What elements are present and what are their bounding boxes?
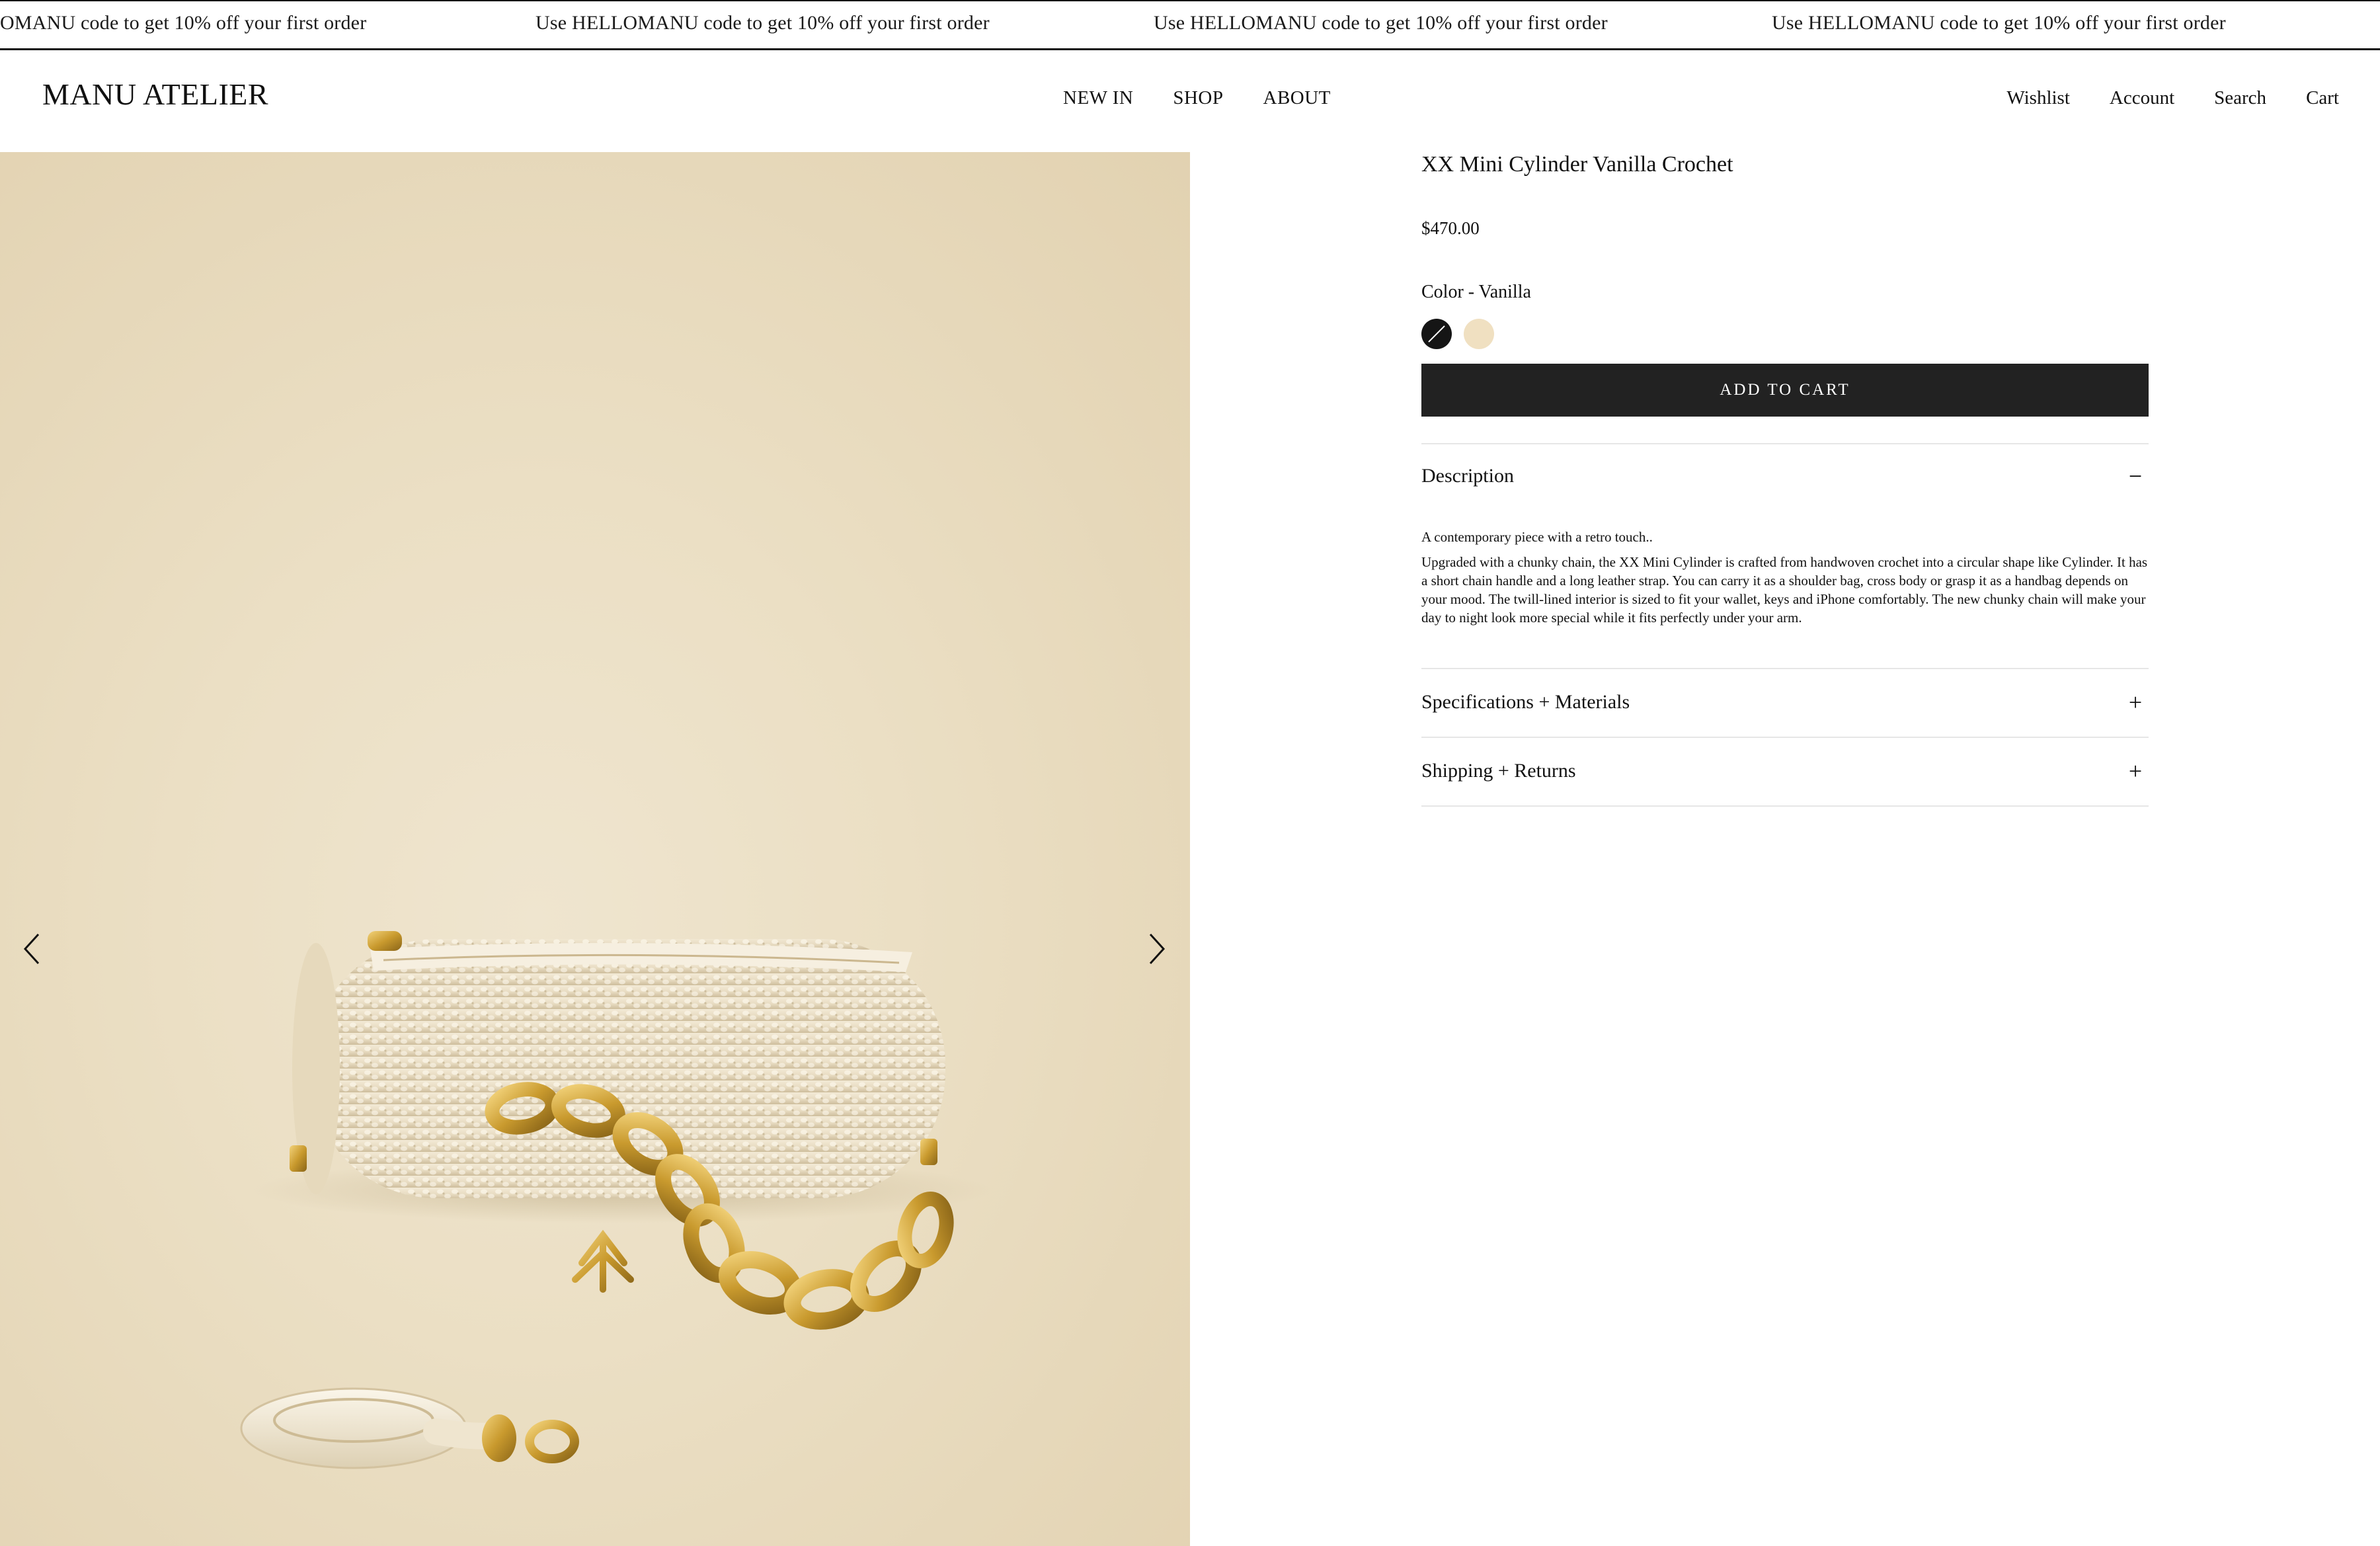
- accordion-description-header[interactable]: Description −: [1421, 464, 2149, 488]
- accordion-specs-header[interactable]: Specifications + Materials +: [1421, 690, 2149, 714]
- add-to-cart-button[interactable]: ADD TO CART: [1421, 364, 2149, 417]
- utility-nav: Wishlist Account Search Cart: [2006, 87, 2339, 109]
- announcement-message: Use HELLOMANU code to get 10% off your f…: [536, 12, 990, 34]
- nav-new-in[interactable]: NEW IN: [1063, 87, 1133, 109]
- accordion-title: Specifications + Materials: [1421, 691, 1630, 713]
- announcement-message: Use HELLOMANU code to get 10% off your f…: [1772, 12, 2226, 34]
- cart-link[interactable]: Cart: [2306, 87, 2339, 109]
- announcement-message: Use HELLOMANU code to get 10% off your f…: [1154, 12, 1608, 34]
- gallery-prev-button[interactable]: [12, 926, 52, 972]
- gallery-next-button[interactable]: [1137, 926, 1177, 972]
- color-swatches: [1421, 319, 1494, 349]
- announcement-bar: OMANU code to get 10% off your first ord…: [0, 0, 2380, 50]
- wishlist-link[interactable]: Wishlist: [2006, 87, 2070, 109]
- swatch-vanilla[interactable]: [1464, 319, 1494, 349]
- brand-logo[interactable]: MANU ATELIER: [42, 77, 268, 112]
- minus-icon: −: [2128, 463, 2143, 489]
- description-intro: A contemporary piece with a retro touch.…: [1421, 529, 1653, 545]
- plus-icon: +: [2128, 758, 2143, 784]
- site-header: MANU ATELIER NEW IN SHOP ABOUT Wishlist …: [0, 50, 2380, 152]
- product-image: [240, 931, 992, 1469]
- accordion-title: Shipping + Returns: [1421, 760, 1576, 782]
- plus-icon: +: [2128, 689, 2143, 715]
- accordion-title: Description: [1421, 465, 1514, 487]
- product-title: XX Mini Cylinder Vanilla Crochet: [1421, 152, 1733, 177]
- accordion-specs: Specifications + Materials +: [1421, 668, 2149, 737]
- nav-about[interactable]: ABOUT: [1263, 87, 1331, 109]
- accordion-shipping: Shipping + Returns +: [1421, 737, 2149, 807]
- product-gallery: [0, 152, 1190, 1546]
- nav-shop[interactable]: SHOP: [1173, 87, 1223, 109]
- product-price: $470.00: [1421, 218, 1480, 238]
- announcement-message: OMANU code to get 10% off your first ord…: [0, 12, 367, 34]
- search-link[interactable]: Search: [2214, 87, 2266, 109]
- accordion-description: Description − A contemporary piece with …: [1421, 443, 2149, 668]
- chevron-left-icon: [23, 933, 40, 965]
- chevron-right-icon: [1149, 933, 1166, 965]
- main-nav: NEW IN SHOP ABOUT: [1063, 87, 1331, 109]
- description-body: Upgraded with a chunky chain, the XX Min…: [1421, 554, 2148, 626]
- accordion-shipping-header[interactable]: Shipping + Returns +: [1421, 759, 2149, 783]
- account-link[interactable]: Account: [2110, 87, 2174, 109]
- color-label: Color - Vanilla: [1421, 282, 1531, 302]
- swatch-black[interactable]: [1421, 319, 1452, 349]
